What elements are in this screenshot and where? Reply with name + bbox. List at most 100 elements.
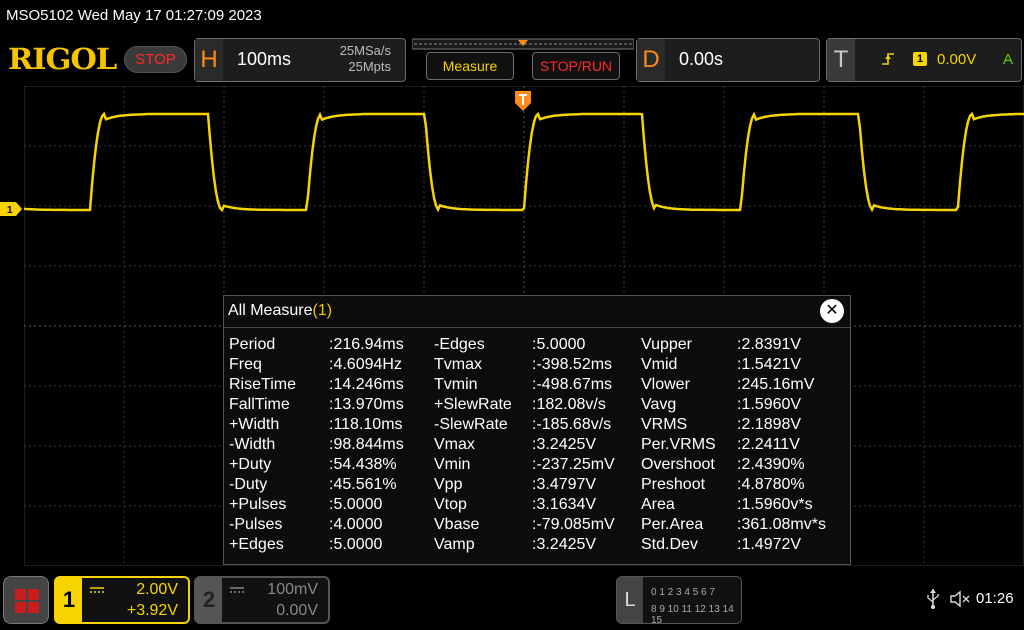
logic-analyzer-box[interactable]: L 0 1 2 3 4 5 6 7 8 9 10 11 12 13 14 15 — [616, 576, 742, 626]
channel1-offset-marker[interactable]: 1 — [0, 202, 22, 216]
measure-name: Per.Area — [641, 516, 704, 533]
trigger-source-badge: 1 — [913, 52, 927, 66]
measure-value: :2.8391V — [737, 336, 802, 353]
measure-value: :45.561% — [329, 476, 397, 493]
measure-value: :-237.25mV — [532, 456, 615, 473]
measure-value: :-185.68v/s — [532, 416, 612, 433]
measure-value: :4.0000 — [329, 516, 383, 533]
channel1-scale: 2.00V — [136, 581, 178, 598]
measure-name: Vmin — [434, 456, 471, 473]
measure-name: Vmax — [434, 436, 475, 453]
header-toolbar: RIGOL STOP H 100ms 25MSa/s 25Mpts Measur… — [0, 36, 1024, 84]
measure-name: -SlewRate — [434, 416, 508, 433]
rigol-logo: RIGOL — [8, 42, 117, 76]
measure-value: :98.844ms — [329, 436, 404, 453]
measure-name: FallTime — [229, 396, 290, 413]
measure-name: Vmid — [641, 356, 678, 373]
measure-value: :3.1634V — [532, 496, 597, 513]
channel2-box[interactable]: 2 100mV 0.00V — [194, 576, 330, 624]
measure-name: +SlewRate — [434, 396, 512, 413]
run-state-indicator[interactable]: STOP — [124, 46, 187, 73]
measure-value: :5.0000 — [329, 536, 383, 553]
channel2-offset: 0.00V — [276, 602, 318, 619]
measure-value: :-79.085mV — [532, 516, 615, 533]
trigger-panel[interactable]: T 1 0.00V A — [826, 38, 1022, 82]
measure-value: :54.438% — [329, 456, 397, 473]
trigger-edge-icon — [882, 53, 894, 65]
measure-value: :5.0000 — [532, 336, 586, 353]
measure-name: +Pulses — [229, 496, 287, 513]
all-measure-panel: All Measure(1) ✕ Period :216.94ms Freq :4.6… — [223, 295, 851, 565]
measure-value: :2.4390% — [737, 456, 805, 473]
channel1-box[interactable]: 1 2.00V +3.92V — [54, 576, 190, 624]
status-bar: MSO5102 Wed May 17 01:27:09 2023 — [0, 0, 1024, 34]
trigger-level: 0.00V — [937, 51, 977, 68]
panel-title-text: All Measure — [228, 302, 313, 319]
measure-name: Vtop — [434, 496, 467, 513]
measure-value: :3.2425V — [532, 436, 597, 453]
channel2-scale: 100mV — [267, 581, 318, 598]
speaker-muted-icon[interactable] — [950, 590, 972, 608]
measure-name: Vlower — [641, 376, 690, 393]
bottom-bar: 1 2.00V +3.92V 2 100mV 0.00V L 0 1 2 3 4… — [0, 574, 1024, 630]
measure-name: VRMS — [641, 416, 688, 433]
measure-name: Vpp — [434, 476, 463, 493]
channel1-offset: +3.92V — [126, 602, 178, 619]
memory-depth: 25Mpts — [348, 59, 391, 74]
measure-value: :245.16mV — [737, 376, 815, 393]
measure-value: :1.5421V — [737, 356, 802, 373]
measure-value: :216.94ms — [329, 336, 404, 353]
measure-name: Period — [229, 336, 276, 353]
measure-value: :-398.52ms — [532, 356, 613, 373]
measure-name: +Duty — [229, 456, 272, 473]
horizontal-panel[interactable]: H 100ms 25MSa/s 25Mpts — [194, 38, 406, 82]
measure-name: -Edges — [434, 336, 485, 353]
measure-value: :14.246ms — [329, 376, 404, 393]
measure-name: Vupper — [641, 336, 692, 353]
measure-name: RiseTime — [229, 376, 296, 393]
sample-rate: 25MSa/s — [339, 43, 391, 58]
horizontal-letter: H — [195, 39, 223, 81]
close-icon[interactable]: ✕ — [820, 299, 844, 323]
measure-value: :1.5960v*s — [737, 496, 813, 513]
measure-name: -Width — [229, 436, 276, 453]
trigger-mode: A — [1003, 51, 1014, 68]
system-clock: 01:26 — [976, 590, 1014, 607]
measure-name: Vbase — [434, 516, 480, 533]
measure-value: :361.08mv*s — [737, 516, 826, 533]
measure-name: -Pulses — [229, 516, 283, 533]
measure-value: :4.6094Hz — [329, 356, 402, 373]
measure-button[interactable]: Measure — [426, 52, 514, 80]
measure-name: Tvmin — [434, 376, 478, 393]
timebase-value: 100ms — [237, 49, 292, 69]
logic-channels-row1: 0 1 2 3 4 5 6 7 — [651, 587, 715, 598]
measure-value: :1.5960V — [737, 396, 802, 413]
svg-text:1: 1 — [7, 205, 13, 216]
logic-channels-row2: 8 9 10 11 12 13 14 15 — [651, 604, 734, 626]
trigger-letter: T — [827, 39, 855, 81]
measure-name: Vamp — [434, 536, 475, 553]
measure-value: :118.10ms — [329, 416, 403, 433]
measure-value: :1.4972V — [737, 536, 802, 553]
measure-name: Overshoot — [641, 456, 715, 473]
measure-name: Tvmax — [434, 356, 482, 373]
delay-letter: D — [637, 39, 665, 81]
panel-divider — [224, 327, 850, 328]
measure-name: Freq — [229, 356, 262, 373]
panel-title-index: (1) — [312, 302, 333, 319]
measure-name: -Duty — [229, 476, 268, 493]
home-menu-icon[interactable] — [3, 576, 49, 624]
measure-name: Per.VRMS — [641, 436, 716, 453]
measure-value: :13.970ms — [329, 396, 404, 413]
measure-name: +Width — [229, 416, 280, 433]
channel1-number: 1 — [56, 578, 82, 622]
memory-position-strip — [412, 38, 634, 50]
stop-run-button[interactable]: STOP/RUN — [532, 52, 620, 80]
delay-panel[interactable]: D 0.00s — [636, 38, 820, 82]
datetime-text: MSO5102 Wed May 17 01:27:09 2023 — [6, 7, 262, 24]
trigger-position-marker[interactable] — [515, 91, 531, 111]
measure-name: +Edges — [229, 536, 284, 553]
measure-value: :3.2425V — [532, 536, 597, 553]
usb-icon — [927, 589, 939, 609]
channel2-number: 2 — [196, 578, 222, 622]
